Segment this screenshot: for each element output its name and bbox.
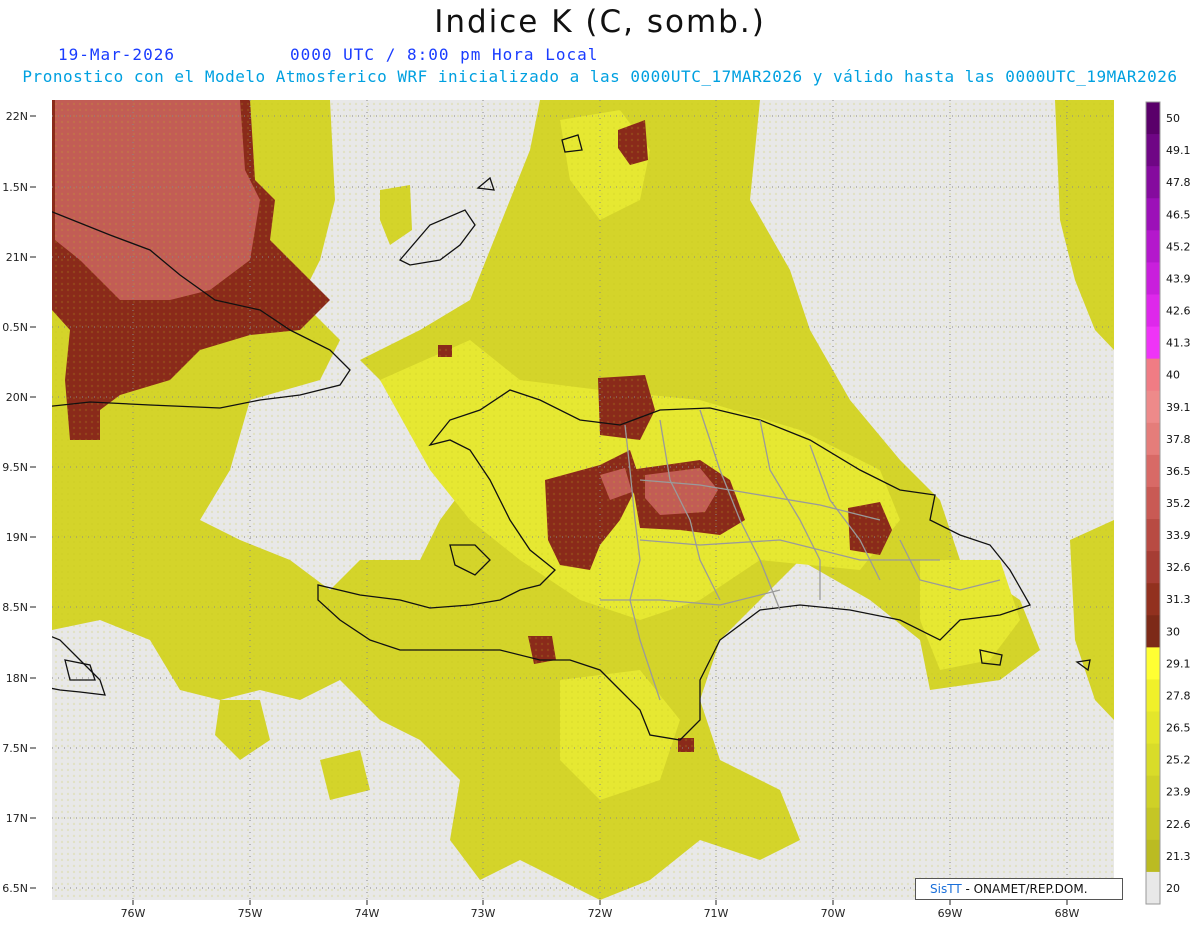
- colorbar-swatch: [1146, 166, 1160, 199]
- colorbar-label: 32.6: [1166, 561, 1191, 574]
- longitude-labels: 76W 75W 74W 73W 72W 71W 70W 69W 68W: [121, 907, 1080, 920]
- lon-label: 75W: [238, 907, 263, 920]
- colorbar-label: 47.8: [1166, 176, 1191, 189]
- colorbar-swatch: [1146, 583, 1160, 616]
- colorbar-swatch: [1146, 454, 1160, 488]
- lat-label: 19N: [6, 531, 28, 544]
- colorbar-swatch: [1146, 775, 1160, 809]
- colorbar-label: 45.2: [1166, 240, 1191, 253]
- colorbar-swatch: [1146, 807, 1160, 841]
- credit-text: - ONAMET/REP.DOM.: [961, 882, 1088, 896]
- colorbar-swatch: [1146, 390, 1160, 424]
- lon-label: 74W: [355, 907, 380, 920]
- lat-label: 1.5N: [2, 181, 28, 194]
- lat-label: 18N: [6, 672, 28, 685]
- k-index-map: 22N 1.5N 21N 0.5N 20N 9.5N 19N 8.5N 18N …: [2, 100, 1191, 920]
- colorbar: 50 49.1 47.8 46.5 45.2 43.9 42.6 41.3 40 39.1 37.8…: [1145, 101, 1191, 905]
- colorbar-label: 30: [1166, 625, 1180, 638]
- colorbar-swatch: [1146, 358, 1160, 392]
- colorbar-swatch: [1146, 486, 1160, 520]
- lon-label: 71W: [704, 907, 729, 920]
- colorbar-label: 20: [1166, 882, 1180, 895]
- lat-label: 7.5N: [2, 742, 28, 755]
- lat-label: 8.5N: [2, 601, 28, 614]
- colorbar-label: 29.1: [1166, 657, 1191, 670]
- longitude-ticks: [132, 900, 1068, 905]
- colorbar-label: 23.9: [1166, 786, 1191, 799]
- colorbar-label: 39.1: [1166, 401, 1191, 414]
- colorbar-label: 31.3: [1166, 593, 1191, 606]
- lat-label: 0.5N: [2, 321, 28, 334]
- lat-label: 6.5N: [2, 882, 28, 895]
- colorbar-label: 27.8: [1166, 689, 1191, 702]
- colorbar-label: 35.2: [1166, 497, 1191, 510]
- lon-label: 68W: [1055, 907, 1080, 920]
- colorbar-swatch: [1146, 647, 1160, 680]
- colorbar-label: 37.8: [1166, 433, 1191, 446]
- colorbar-label: 36.5: [1166, 465, 1191, 478]
- lon-label: 70W: [821, 907, 846, 920]
- colorbar-label: 40: [1166, 369, 1180, 382]
- lat-label: 21N: [6, 251, 28, 264]
- colorbar-swatch: [1146, 743, 1160, 777]
- lon-label: 76W: [121, 907, 146, 920]
- credit-box: SisTT - ONAMET/REP.DOM.: [915, 878, 1123, 900]
- colorbar-swatch: [1146, 551, 1160, 584]
- sistt-logo: SisTT: [930, 882, 962, 896]
- lat-label: 20N: [6, 391, 28, 404]
- colorbar-swatch: [1146, 326, 1160, 360]
- colorbar-label: 49.1: [1166, 144, 1191, 157]
- lat-label: 22N: [6, 110, 28, 123]
- colorbar-label: 21.3: [1166, 850, 1191, 863]
- latitude-labels: 22N 1.5N 21N 0.5N 20N 9.5N 19N 8.5N 18N …: [2, 110, 28, 895]
- colorbar-label: 33.9: [1166, 529, 1191, 542]
- colorbar-swatch: [1146, 134, 1160, 167]
- colorbar-swatch: [1146, 230, 1160, 263]
- colorbar-swatch: [1146, 102, 1160, 135]
- colorbar-swatch: [1146, 615, 1160, 648]
- colorbar-label: 50: [1166, 112, 1180, 125]
- colorbar-label: 42.6: [1166, 305, 1191, 318]
- latitude-ticks: [30, 115, 36, 889]
- colorbar-swatch: [1146, 422, 1160, 456]
- colorbar-swatch: [1146, 198, 1160, 231]
- colorbar-swatch: [1146, 711, 1160, 745]
- lat-label: 9.5N: [2, 461, 28, 474]
- colorbar-swatch: [1146, 262, 1160, 295]
- colorbar-swatch: [1146, 294, 1160, 328]
- colorbar-label: 26.5: [1166, 722, 1191, 735]
- colorbar-label: 46.5: [1166, 208, 1191, 221]
- lon-label: 73W: [471, 907, 496, 920]
- colorbar-label: 41.3: [1166, 337, 1191, 350]
- colorbar-swatch: [1146, 871, 1160, 905]
- lat-label: 17N: [6, 812, 28, 825]
- colorbar-swatch: [1146, 679, 1160, 713]
- colorbar-swatch: [1146, 519, 1160, 552]
- lon-label: 69W: [938, 907, 963, 920]
- k-index-field: [52, 100, 1114, 900]
- lon-label: 72W: [588, 907, 613, 920]
- colorbar-label: 25.2: [1166, 754, 1191, 767]
- colorbar-label: 43.9: [1166, 272, 1191, 285]
- colorbar-swatch: [1146, 839, 1160, 873]
- colorbar-label: 22.6: [1166, 818, 1191, 831]
